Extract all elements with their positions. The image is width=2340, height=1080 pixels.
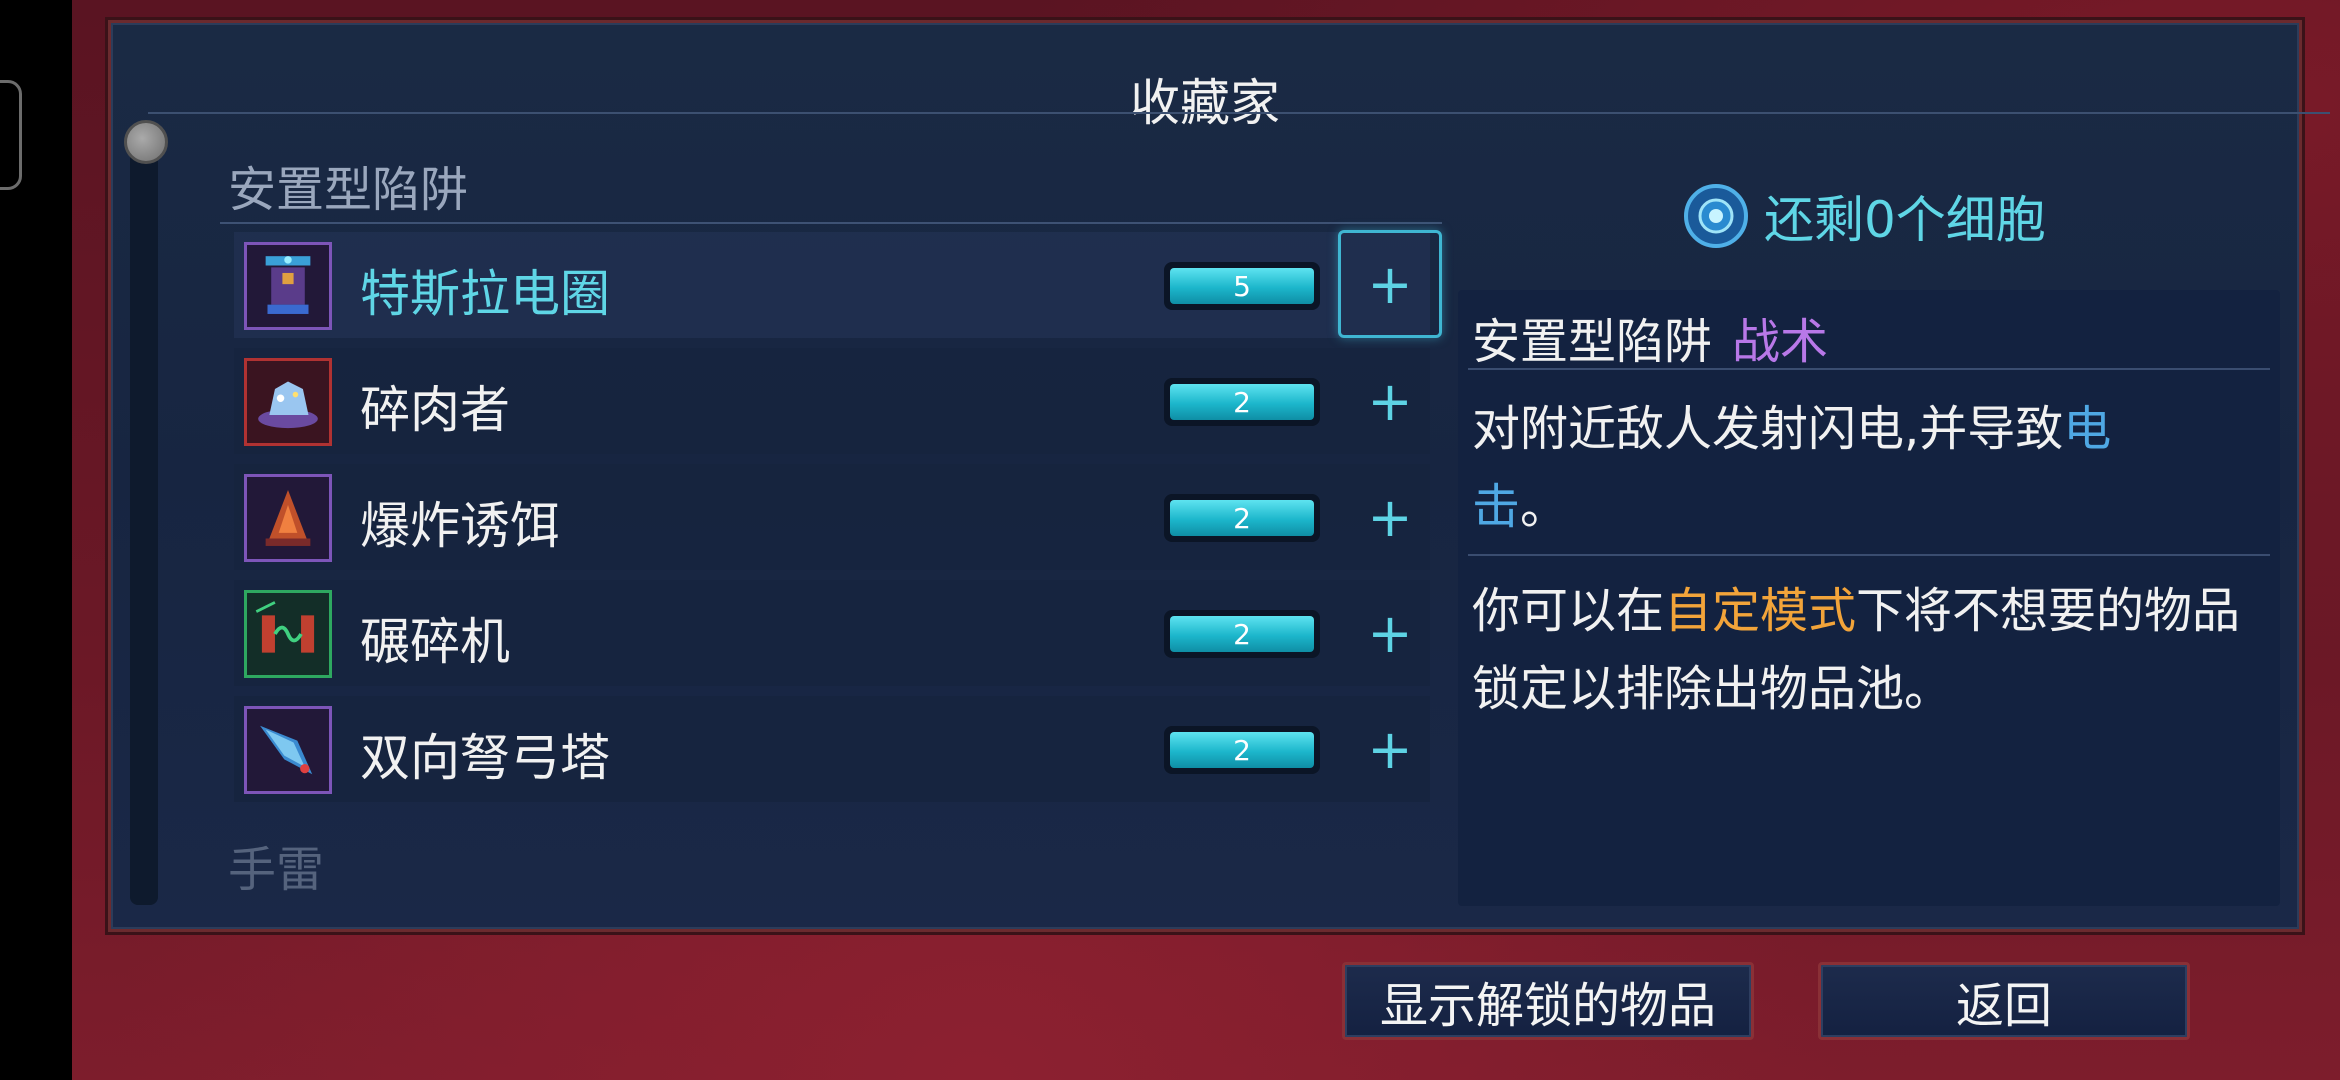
add-button[interactable]: + [1338,696,1442,802]
detail-description: 对附近敌人发射闪电,并导致电击。 [1472,390,2192,546]
item-name: 双向弩弓塔 [360,729,610,787]
section-header-traps: 安置型陷阱 [228,162,469,218]
count-bar: 2 [1164,610,1320,658]
double-crossbow-icon [244,706,332,794]
add-button[interactable]: + [1338,464,1442,570]
item-name: 碾碎机 [360,613,510,671]
screen-edge [0,0,72,1080]
add-button[interactable]: + [1338,230,1442,338]
page-title: 收藏家 [1130,74,1280,132]
desc-text: 对附近敌人发射闪电,并导致 [1472,401,2064,457]
note-text: 你可以在 [1472,583,1665,639]
detail-header: 安置型陷阱 战术 [1472,302,1828,372]
count-value: 2 [1170,616,1314,652]
count-bar: 2 [1164,494,1320,542]
item-name: 碎肉者 [360,381,510,439]
meat-grinder-icon [244,358,332,446]
scrollbar-track[interactable] [130,145,158,905]
show-unlocked-button[interactable]: 显示解锁的物品 [1342,962,1754,1040]
scrollbar-knob[interactable] [124,120,168,164]
item-name: 爆炸诱饵 [360,497,560,555]
detail-divider [1468,554,2270,556]
count-value: 2 [1170,500,1314,536]
back-button[interactable]: 返回 [1818,962,2190,1040]
detail-tag: 战术 [1732,314,1829,370]
list-item[interactable]: 特斯拉电圈 5 + [234,230,1442,338]
cell-icon [1684,184,1748,248]
list-item[interactable]: 爆炸诱饵 2 + [234,464,1430,570]
count-value: 2 [1170,732,1314,768]
crusher-icon [244,590,332,678]
tesla-coil-icon [244,242,332,330]
cells-remaining: 还剩0个细胞 [1682,180,2046,252]
detail-note: 你可以在自定模式下将不想要的物品锁定以排除出物品池。 [1472,572,2272,728]
detail-divider [1468,368,2270,370]
section-header-grenades: 手雷 [228,842,325,898]
count-bar: 5 [1164,262,1320,310]
count-bar: 2 [1164,378,1320,426]
detail-category: 安置型陷阱 [1472,314,1713,370]
count-bar: 2 [1164,726,1320,774]
note-keyword: 自定模式 [1664,583,1857,639]
section-divider [220,222,1442,224]
count-value: 2 [1170,384,1314,420]
hex-frame-icon [0,80,22,190]
desc-text-end: 。 [1520,479,1569,535]
list-item[interactable]: 碾碎机 2 + [234,580,1430,686]
cells-count-text: 还剩0个细胞 [1764,191,2046,249]
add-button[interactable]: + [1338,580,1442,686]
list-item[interactable]: 双向弩弓塔 2 + [234,696,1430,802]
title-divider [148,112,2330,114]
add-button[interactable]: + [1338,348,1442,454]
list-item[interactable]: 碎肉者 2 + [234,348,1430,454]
count-value: 5 [1170,268,1314,304]
explosive-decoy-icon [244,474,332,562]
item-name: 特斯拉电圈 [360,265,610,323]
item-detail-panel: 安置型陷阱 战术 对附近敌人发射闪电,并导致电击。 你可以在自定模式下将不想要的物… [1458,290,2280,906]
